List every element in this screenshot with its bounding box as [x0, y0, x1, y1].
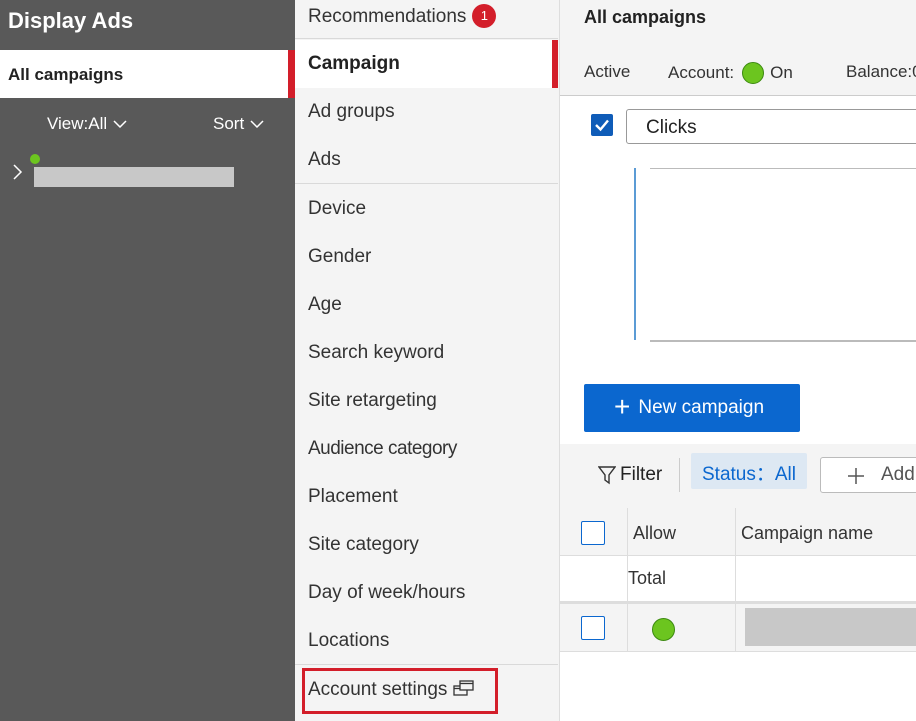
balance-label: Balance:0 [846, 62, 916, 81]
select-all-checkbox[interactable] [581, 521, 605, 545]
app-title: Display Ads [8, 8, 134, 33]
nav-divider [295, 183, 558, 184]
filter-button[interactable]: Filter [598, 464, 662, 486]
page-title: All campaigns [584, 7, 707, 27]
selected-indicator [288, 50, 295, 98]
plus-icon [848, 468, 864, 484]
nav-campaign[interactable]: Campaign [308, 53, 400, 75]
status-filter-chip[interactable]: Status：All [691, 453, 807, 489]
column-header-campaign-name[interactable]: Campaign name [741, 523, 873, 544]
nav-site-category[interactable]: Site category [308, 534, 419, 556]
redacted-account-name[interactable] [34, 167, 234, 187]
nav-placement[interactable]: Placement [308, 486, 398, 508]
table-row[interactable] [560, 602, 916, 652]
toolbar-divider [679, 458, 680, 492]
open-external-icon [453, 680, 475, 696]
nav-account-settings-label: Account settings [308, 679, 448, 700]
nav-divider [295, 664, 558, 665]
chart-panel: Clicks + New campaign [560, 96, 916, 444]
nav-age[interactable]: Age [308, 294, 342, 316]
nav-locations[interactable]: Locations [308, 630, 389, 652]
nav-search-keyword[interactable]: Search keyword [308, 342, 444, 364]
account-status-dot [30, 154, 40, 164]
chevron-down-icon [113, 120, 127, 129]
all-campaigns-item[interactable]: All campaigns [0, 50, 288, 98]
table-header-row: Allow Campaign name [560, 508, 916, 556]
add-button[interactable]: Add [820, 457, 916, 493]
checkmark-icon [595, 119, 609, 132]
nav-device[interactable]: Device [308, 198, 366, 220]
table-toolbar: Filter Status：All Add [560, 444, 916, 508]
campaign-status: Active [584, 62, 631, 81]
nav-account-settings[interactable]: Account settings [308, 679, 475, 701]
column-divider [735, 508, 736, 652]
metric-select[interactable]: Clicks [626, 109, 916, 144]
add-label: Add [881, 464, 915, 485]
account-status-bar: Active Account: On Balance:0 [560, 52, 916, 92]
total-label: Total [628, 568, 667, 588]
row-checkbox[interactable] [581, 616, 605, 640]
status-on-icon [742, 62, 765, 84]
nav-divider [295, 38, 558, 39]
metric-checkbox[interactable] [591, 114, 613, 136]
account-sidebar: Display Ads All campaigns View:All Sort [0, 0, 295, 721]
chevron-right-icon[interactable] [10, 163, 24, 181]
view-filter-dropdown[interactable]: View:All [47, 114, 127, 134]
sort-label: Sort [213, 114, 245, 133]
filter-icon [598, 466, 616, 485]
new-campaign-label: New campaign [638, 397, 765, 418]
account-status: Account: On [668, 62, 793, 84]
nav-selected-indicator [552, 40, 558, 88]
nav-recommendations[interactable]: Recommendations 1 [308, 4, 497, 28]
campaign-table: Allow Campaign name Total [560, 508, 916, 721]
nav-gender[interactable]: Gender [308, 246, 371, 268]
trend-chart [634, 168, 916, 342]
view-filter-label: View:All [47, 114, 108, 133]
allow-status-icon[interactable] [652, 618, 675, 641]
account-label: Account: [668, 63, 735, 82]
column-header-allow[interactable]: Allow [633, 523, 676, 544]
chevron-down-icon [250, 120, 264, 129]
sort-dropdown[interactable]: Sort [213, 114, 264, 134]
nav-ad-groups[interactable]: Ad groups [308, 101, 395, 123]
notification-badge: 1 [472, 4, 497, 28]
filter-label: Filter [620, 464, 663, 485]
nav-audience-category[interactable]: Audience category [308, 438, 457, 460]
nav-day-of-week-hours[interactable]: Day of week/hours [308, 582, 465, 604]
report-nav: Recommendations 1 Campaign Ad groups Ads … [295, 0, 560, 721]
table-total-row: Total [560, 556, 916, 602]
redacted-campaign-name[interactable] [745, 608, 916, 646]
plus-icon: + [614, 390, 631, 422]
new-campaign-button[interactable]: + New campaign [584, 384, 800, 432]
main-content: All campaigns Active Account: On Balance… [560, 0, 916, 721]
nav-recommendations-label: Recommendations [308, 6, 467, 27]
column-divider [627, 508, 628, 652]
nav-ads[interactable]: Ads [308, 149, 341, 171]
account-state: On [770, 63, 793, 82]
all-campaigns-label: All campaigns [8, 65, 124, 84]
nav-site-retargeting[interactable]: Site retargeting [308, 390, 437, 412]
